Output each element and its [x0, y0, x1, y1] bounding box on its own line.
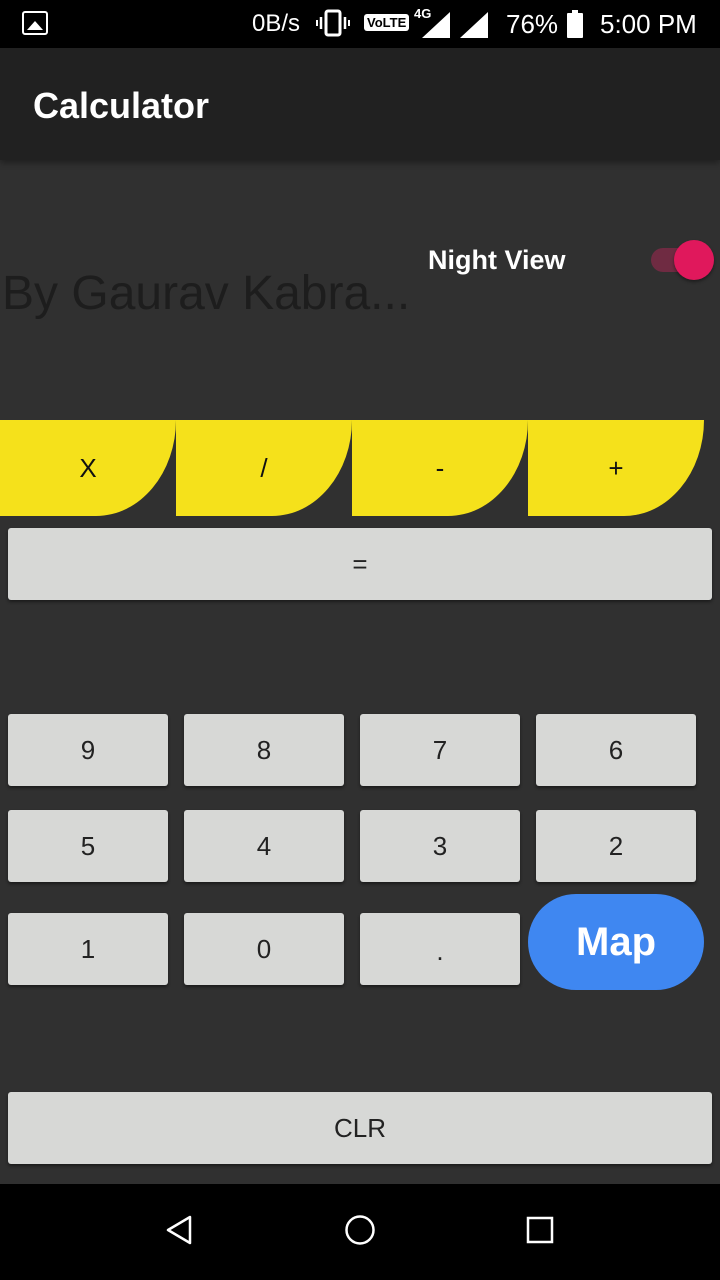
- key-8[interactable]: 8: [184, 714, 344, 786]
- clear-button[interactable]: CLR: [8, 1092, 712, 1164]
- signal-icon: [422, 12, 450, 38]
- key-1[interactable]: 1: [8, 913, 168, 985]
- add-button[interactable]: +: [528, 420, 704, 516]
- key-decimal[interactable]: .: [360, 913, 520, 985]
- multiply-button[interactable]: X: [0, 420, 176, 516]
- key-2[interactable]: 2: [536, 810, 696, 882]
- volte-badge: VoLTE: [364, 14, 410, 31]
- page-title: Calculator: [33, 85, 210, 126]
- battery-percent: 76%: [506, 9, 559, 39]
- night-view-label: Night View: [428, 245, 566, 275]
- network-speed: 0B/s: [252, 10, 301, 37]
- key-3[interactable]: 3: [360, 810, 520, 882]
- map-button[interactable]: Map: [528, 894, 704, 990]
- recents-icon[interactable]: [524, 1214, 556, 1246]
- back-icon[interactable]: [164, 1214, 196, 1246]
- key-9[interactable]: 9: [8, 714, 168, 786]
- key-0[interactable]: 0: [184, 913, 344, 985]
- author-byline: By Gaurav Kabra...: [2, 267, 411, 320]
- key-5[interactable]: 5: [8, 810, 168, 882]
- home-icon[interactable]: [344, 1214, 376, 1246]
- app-bar: Calculator: [0, 48, 720, 160]
- equals-button[interactable]: =: [8, 528, 712, 600]
- status-bar: 0B/s VoLTE 4G 76% 5:00 PM: [0, 0, 720, 48]
- divide-button[interactable]: /: [176, 420, 352, 516]
- key-4[interactable]: 4: [184, 810, 344, 882]
- gallery-notification-icon: [22, 11, 48, 35]
- battery-icon: [567, 10, 583, 38]
- key-7[interactable]: 7: [360, 714, 520, 786]
- vibrate-icon: [316, 9, 350, 37]
- switch-thumb[interactable]: [674, 240, 714, 280]
- subtract-button[interactable]: -: [352, 420, 528, 516]
- clock: 5:00 PM: [600, 9, 697, 39]
- key-6[interactable]: 6: [536, 714, 696, 786]
- signal-icon-2: [460, 12, 488, 38]
